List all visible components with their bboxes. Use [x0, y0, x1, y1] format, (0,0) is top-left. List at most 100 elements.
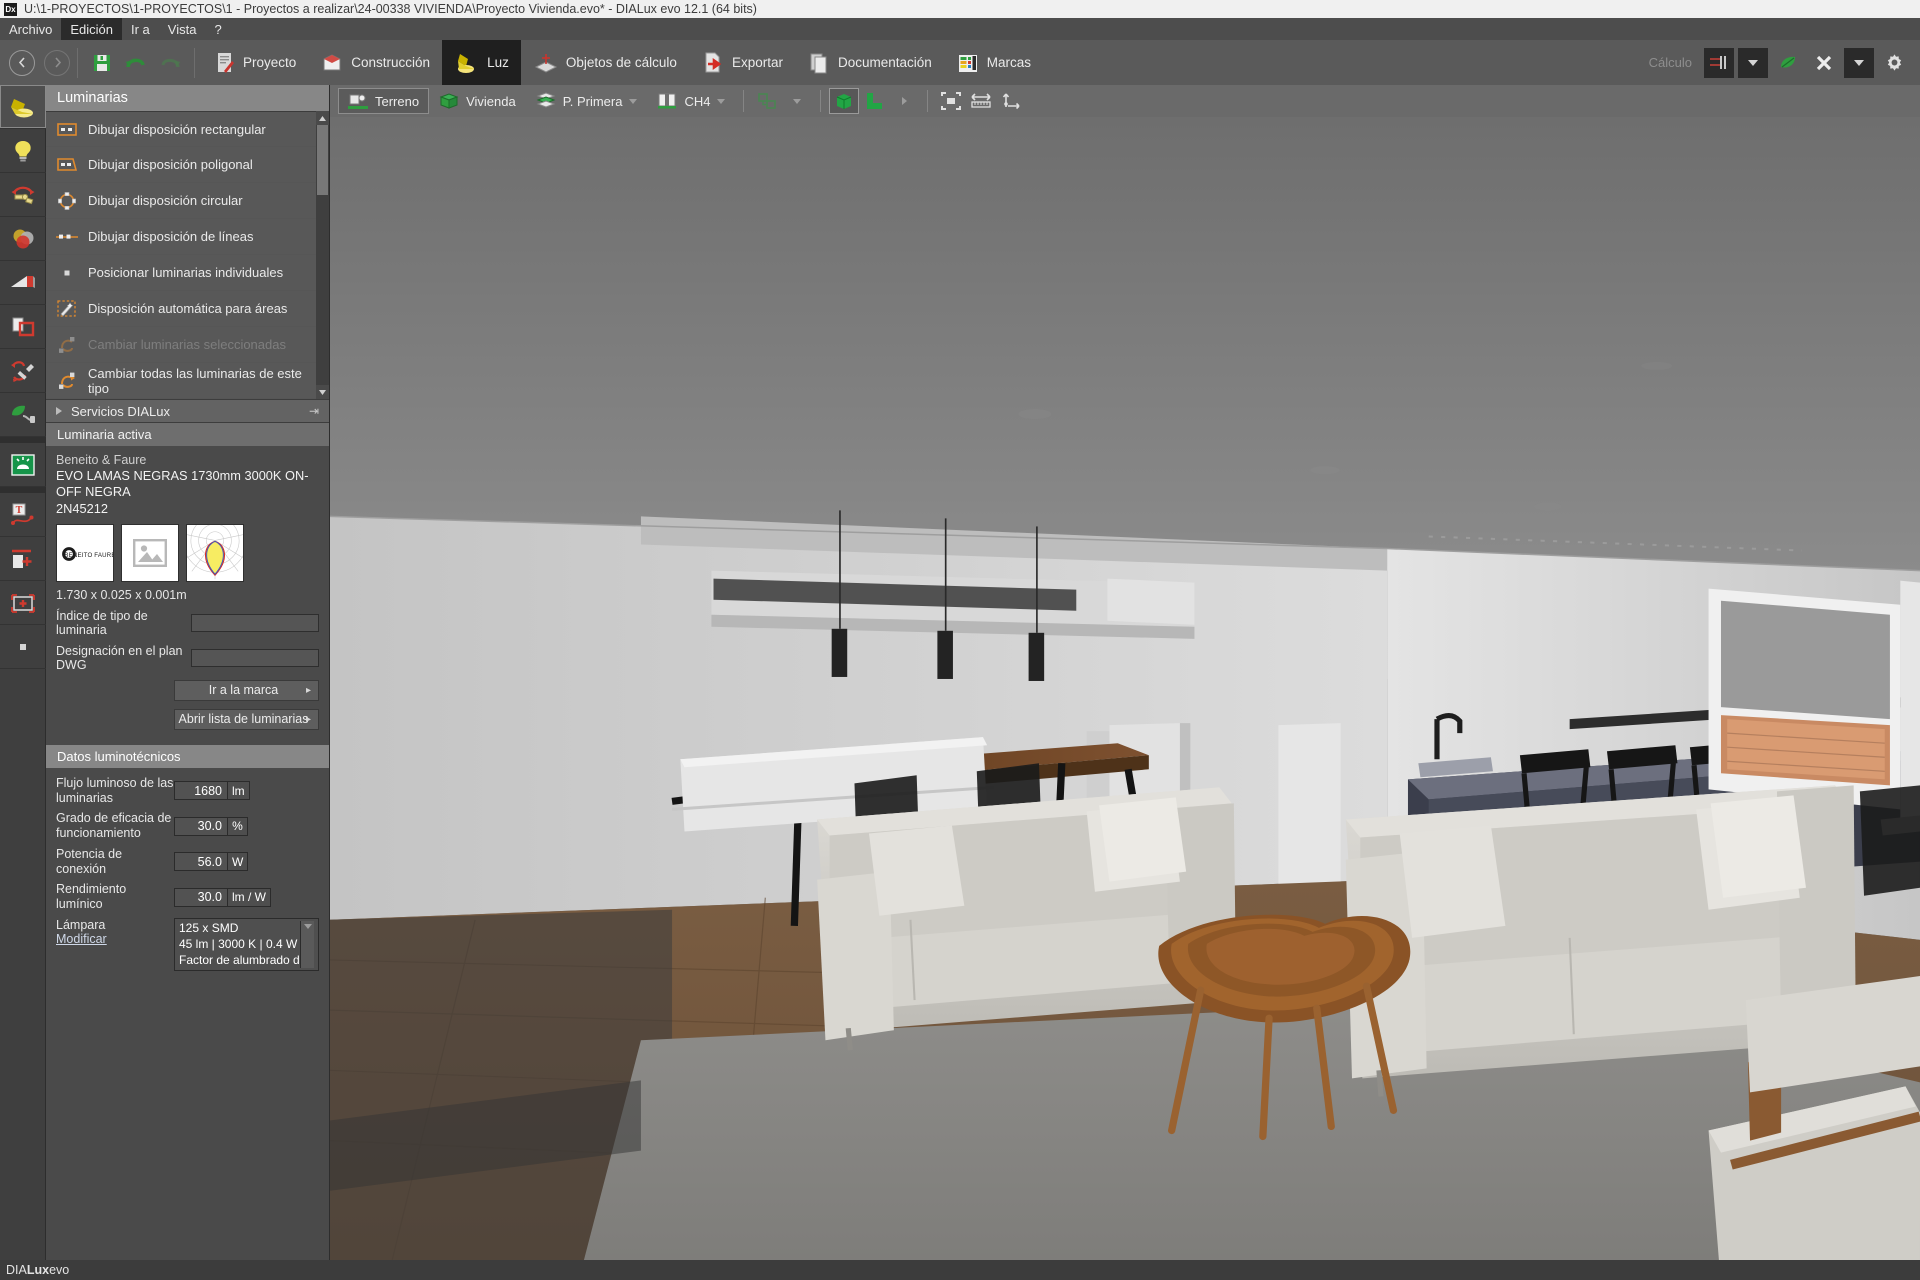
- open-luminaire-list-button[interactable]: Abrir lista de luminarias ▸: [174, 708, 319, 730]
- lamp-info-box[interactable]: 125 x SMD 45 lm | 3000 K | 0.4 W Factor …: [174, 917, 319, 972]
- cmd-line-layout[interactable]: Dibujar disposición de líneas: [46, 219, 329, 255]
- dwg-designation-input[interactable]: [191, 648, 319, 667]
- rail-item-emergency-light[interactable]: [0, 443, 46, 487]
- light-distribution-curve-thumb[interactable]: [186, 523, 244, 582]
- start-calculation-button[interactable]: [1704, 47, 1734, 78]
- rail-item-point[interactable]: [0, 625, 46, 669]
- menu-help[interactable]: ?: [205, 18, 230, 40]
- viewport-tab-p-primera[interactable]: P. Primera: [526, 88, 648, 114]
- pin-icon[interactable]: ⇥: [309, 404, 319, 418]
- rail-item-light-scene[interactable]: [0, 261, 46, 305]
- rail-item-light-zone[interactable]: [0, 305, 46, 349]
- toolbar-tab-marcas[interactable]: Marcas: [944, 40, 1043, 85]
- rail-item-light-color[interactable]: [0, 217, 46, 261]
- measure-vertical-button[interactable]: [996, 88, 1026, 114]
- scroll-up-arrow[interactable]: [316, 111, 329, 125]
- cmd-rect-layout[interactable]: Dibujar disposición rectangular: [46, 111, 329, 147]
- calculation-dropdown-button[interactable]: [1738, 47, 1768, 78]
- rail-item-lamp[interactable]: [0, 129, 46, 173]
- toolbar-tab-documentacion[interactable]: Documentación: [795, 40, 944, 85]
- view-more-button[interactable]: [889, 88, 919, 114]
- rail-item-maintenance[interactable]: [0, 349, 46, 393]
- luminous-flux-field[interactable]: 1680 lm: [174, 781, 250, 801]
- photometric-body: Flujo luminoso de las luminarias 1680 lm…: [46, 767, 329, 982]
- menu-edicion[interactable]: Edición: [61, 18, 122, 40]
- modify-lamp-link[interactable]: Modificar: [56, 932, 174, 946]
- cmd-label: Cambiar todas las luminarias de este tip…: [88, 365, 302, 396]
- menu-archivo[interactable]: Archivo: [0, 18, 61, 40]
- stop-dropdown-button[interactable]: [1844, 47, 1874, 78]
- redo-button[interactable]: [153, 46, 187, 80]
- cmd-single-luminaire[interactable]: Posicionar luminarias individuales: [46, 255, 329, 291]
- luminaire-manufacturer: Beneito & Faure: [56, 453, 147, 467]
- toolbar-tab-label: Proyecto: [243, 55, 297, 70]
- save-button[interactable]: [85, 46, 119, 80]
- lamp-line-2: 45 lm | 3000 K | 0.4 W: [179, 936, 298, 951]
- services-dialux-row[interactable]: Servicios DIALux ⇥: [46, 399, 329, 423]
- furniture-toggle-button[interactable]: [752, 88, 782, 114]
- row-label: Grado de eficacia de funcionamiento: [56, 811, 172, 841]
- luminaire-type-index-input[interactable]: [191, 613, 319, 632]
- toolbar-tab-luz[interactable]: Luz: [442, 40, 521, 85]
- rect-layout-icon: [56, 120, 78, 138]
- luminous-efficacy-field[interactable]: 30.0 lm / W: [174, 887, 271, 907]
- luminaire-thumbnails: BENEITO FAURE: [56, 523, 319, 582]
- rail-item-energy[interactable]: [0, 393, 46, 437]
- unit: W: [227, 853, 248, 871]
- panel-scrollbar[interactable]: [316, 111, 329, 399]
- rail-item-add-area[interactable]: [0, 581, 46, 625]
- cmd-label: Dibujar disposición rectangular: [88, 121, 266, 137]
- status-brand-post: evo: [49, 1263, 70, 1277]
- value: 30.0: [175, 817, 227, 835]
- cmd-label: Dibujar disposición circular: [88, 193, 243, 208]
- svg-text:BENEITO FAURE: BENEITO FAURE: [64, 552, 113, 559]
- forward-button[interactable]: [44, 49, 70, 76]
- undo-button[interactable]: [119, 46, 153, 80]
- chevron-down-icon[interactable]: [717, 98, 726, 104]
- 3d-render-view[interactable]: [330, 117, 1920, 1260]
- viewport-tab-terreno[interactable]: Terreno: [338, 88, 430, 114]
- corner-view-button[interactable]: [859, 88, 889, 114]
- menu-ir-a[interactable]: Ir a: [122, 18, 159, 40]
- cmd-label: Dibujar disposición de líneas: [88, 229, 254, 244]
- cmd-circular-layout[interactable]: Dibujar disposición circular: [46, 183, 329, 219]
- back-button[interactable]: [9, 49, 35, 76]
- rail-item-rotate-luminaire[interactable]: [0, 173, 46, 217]
- scroll-down-arrow[interactable]: [316, 385, 329, 399]
- solid-view-button[interactable]: [829, 88, 860, 114]
- fit-to-screen-button[interactable]: [936, 88, 966, 114]
- lamp-dropdown-button[interactable]: [300, 920, 314, 969]
- field-luminaire-type-index: Índice de tipo de luminaria: [56, 609, 319, 637]
- cmd-swap-all[interactable]: Cambiar todas las luminarias de este tip…: [46, 363, 329, 399]
- menu-vista[interactable]: Vista: [159, 18, 206, 40]
- row-label: Potencia de conexión: [56, 846, 123, 876]
- rail-item-text-path[interactable]: T: [0, 493, 46, 537]
- viewport-tab-label: P. Primera: [562, 93, 623, 109]
- rail-item-spotlight[interactable]: [0, 85, 46, 129]
- value: 30.0: [175, 888, 227, 906]
- go-to-brand-button[interactable]: Ir a la marca ▸: [174, 679, 319, 701]
- viewport-tab-vivienda[interactable]: Vivienda: [429, 88, 526, 114]
- panel-scroll-thumb[interactable]: [317, 125, 328, 195]
- connected-power-field[interactable]: 56.0 W: [174, 852, 249, 872]
- cmd-auto-layout[interactable]: Disposición automática para áreas: [46, 291, 329, 327]
- toolbar-tab-exportar[interactable]: Exportar: [689, 40, 795, 85]
- manufacturer-logo-thumb[interactable]: BENEITO FAURE: [56, 523, 114, 582]
- cmd-polygon-layout[interactable]: Dibujar disposición poligonal: [46, 147, 329, 183]
- settings-button[interactable]: [1878, 48, 1910, 78]
- stop-calculation-button[interactable]: [1808, 48, 1840, 78]
- measure-horizontal-button[interactable]: [966, 88, 996, 114]
- photo-placeholder-thumb[interactable]: [121, 523, 179, 582]
- toolbar-tab-proyecto[interactable]: Proyecto: [202, 40, 308, 85]
- energy-leaf-button[interactable]: [1772, 48, 1804, 78]
- viewport-tab-ch4[interactable]: CH4: [647, 88, 735, 114]
- unit: lm: [227, 782, 249, 800]
- toolbar-tab-construccion[interactable]: Construcción: [308, 40, 442, 85]
- efficiency-field[interactable]: 30.0 %: [174, 816, 248, 836]
- rail-item-add-surface[interactable]: [0, 537, 46, 581]
- body-row: T Luminarias Dibujar disposición rectang…: [0, 85, 1920, 1260]
- swap-all-icon: [56, 372, 78, 390]
- chevron-down-icon[interactable]: [629, 98, 638, 104]
- furniture-dropdown-button[interactable]: [782, 88, 812, 114]
- toolbar-tab-objetos-de-calculo[interactable]: Objetos de cálculo: [521, 40, 689, 85]
